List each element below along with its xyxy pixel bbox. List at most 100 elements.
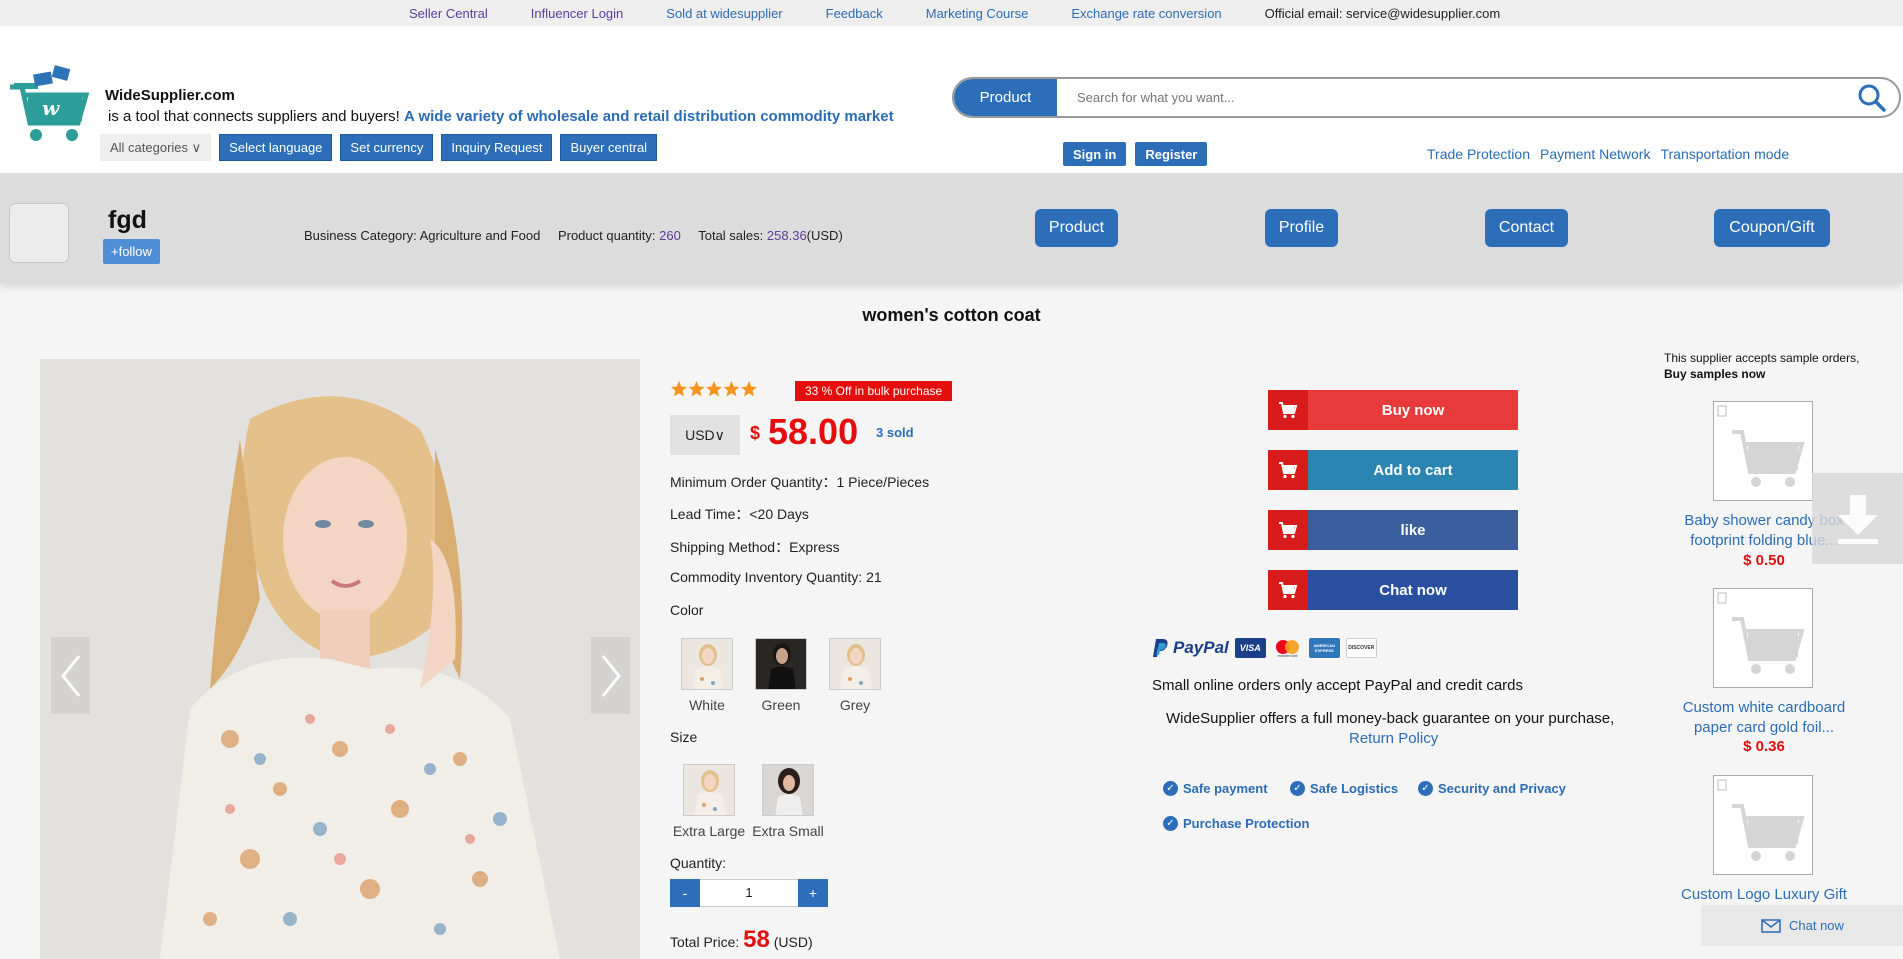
trade-protection-link[interactable]: Trade Protection (1427, 146, 1530, 162)
shop-info: Business Category: Agriculture and Food … (304, 228, 843, 243)
size-swatch-extra-small[interactable] (762, 764, 814, 816)
sold-at-link[interactable]: Sold at widesupplier (666, 6, 782, 21)
sign-in-button[interactable]: Sign in (1063, 142, 1127, 166)
total-price: Total Price: 58 (USD) (670, 926, 813, 954)
product-price: 58.00 (768, 411, 859, 452)
follow-button[interactable]: +follow (103, 239, 160, 264)
tagline-text: is a tool that connects suppliers and bu… (108, 108, 400, 125)
qty-value: 260 (659, 228, 681, 243)
gallery-prev-arrow[interactable] (51, 637, 90, 714)
like-label: like (1308, 510, 1518, 550)
purchase-protection-badge: ✓ Purchase Protection (1163, 816, 1309, 831)
payment-note: Small online orders only accept PayPal a… (1152, 677, 1524, 694)
product-main-image[interactable] (40, 359, 640, 959)
inquiry-request-button[interactable]: Inquiry Request (441, 134, 553, 161)
return-policy-link[interactable]: Return Policy (1349, 730, 1438, 747)
quantity-plus-button[interactable]: + (798, 879, 828, 907)
samples-heading: This supplier accepts sample orders, Buy… (1664, 350, 1864, 382)
like-button[interactable]: like (1268, 510, 1518, 550)
cart-icon (1268, 390, 1308, 430)
sample-product-image[interactable] (1713, 588, 1813, 688)
sales-label: Total sales: (698, 228, 764, 243)
color-label-green: Green (761, 697, 801, 713)
quantity-minus-button[interactable]: - (670, 879, 700, 907)
download-icon[interactable] (1812, 473, 1903, 564)
influencer-login-link[interactable]: Influencer Login (531, 6, 624, 21)
color-swatch-green[interactable] (755, 638, 807, 690)
quantity-input[interactable]: 1 (700, 879, 798, 907)
exchange-rate-link[interactable]: Exchange rate conversion (1071, 6, 1221, 21)
security-privacy-text: Security and Privacy (1438, 781, 1566, 796)
sample-product-image[interactable] (1713, 775, 1813, 875)
cart-icon (1268, 570, 1308, 610)
select-language-button[interactable]: Select language (219, 134, 333, 161)
amex-logo-icon: AMERICAN EXPRESS (1308, 638, 1340, 658)
size-label-extra-small: Extra Small (752, 823, 824, 839)
category-row: All categories ∨ Select language Set cur… (100, 134, 658, 161)
top-links-bar: Seller Central Influencer Login Sold at … (0, 0, 1903, 26)
search-input[interactable] (1057, 79, 1845, 116)
seller-central-link[interactable]: Seller Central (409, 6, 488, 21)
shop-nav-contact[interactable]: Contact (1485, 209, 1568, 247)
safe-payment-text: Safe payment (1183, 781, 1268, 796)
cart-icon (1268, 510, 1308, 550)
quantity-label: Quantity: (670, 855, 727, 871)
search-icon[interactable] (1845, 79, 1899, 116)
color-swatch-grey[interactable] (829, 638, 881, 690)
shop-nav-profile[interactable]: Profile (1265, 209, 1338, 247)
color-swatch-white[interactable] (681, 638, 733, 690)
add-to-cart-button[interactable]: Add to cart (1268, 450, 1518, 490)
marketing-course-link[interactable]: Marketing Course (926, 6, 1029, 21)
feedback-link[interactable]: Feedback (826, 6, 883, 21)
lead-time: Lead Time：<20 Days (670, 506, 809, 522)
tagline: is a tool that connects suppliers and bu… (108, 108, 894, 125)
chat-now-button[interactable]: Chat now (1268, 570, 1518, 610)
tagline-bold: A wide variety of wholesale and retail d… (404, 108, 894, 125)
sample-product-image[interactable] (1713, 401, 1813, 501)
payment-network-link[interactable]: Payment Network (1540, 146, 1650, 162)
color-label-white: White (689, 697, 725, 713)
shop-name[interactable]: fgd (108, 206, 147, 235)
sample-product-name[interactable]: Custom white cardboard paper card gold f… (1674, 698, 1854, 738)
transportation-mode-link[interactable]: Transportation mode (1660, 146, 1789, 162)
sample-product-price: $ 0.36 (1743, 738, 1785, 755)
check-icon: ✓ (1163, 781, 1178, 796)
total-price-unit: (USD) (773, 934, 813, 950)
search-type-tab[interactable]: Product (954, 79, 1057, 116)
size-label: Size (670, 729, 698, 745)
chat-now-widget-label: Chat now (1789, 918, 1844, 933)
cart-logo-icon[interactable]: w (8, 57, 93, 157)
shop-bar: fgd +follow Business Category: Agricultu… (0, 173, 1903, 283)
safe-logistics-text: Safe Logistics (1310, 781, 1399, 796)
shop-avatar[interactable] (9, 203, 69, 263)
all-categories-dropdown[interactable]: All categories ∨ (100, 134, 212, 161)
set-currency-button[interactable]: Set currency (340, 134, 434, 161)
shop-nav-product[interactable]: Product (1035, 209, 1118, 247)
color-label: Color (670, 602, 704, 618)
check-icon: ✓ (1163, 816, 1178, 831)
svg-text:w: w (42, 96, 60, 120)
site-header: w WideSupplier.com is a tool that connec… (0, 26, 1903, 173)
inventory-quantity: Commodity Inventory Quantity: 21 (670, 569, 882, 585)
qty-label: Product quantity: (557, 228, 656, 243)
mail-icon (1761, 918, 1781, 933)
purchase-protection-text: Purchase Protection (1183, 816, 1310, 831)
currency-dropdown[interactable]: USD∨ (670, 415, 740, 455)
visa-logo-icon: VISA (1234, 638, 1266, 658)
register-button[interactable]: Register (1135, 142, 1208, 166)
buy-samples-link[interactable]: Buy samples now (1664, 367, 1765, 381)
shop-nav-coupon[interactable]: Coupon/Gift (1714, 209, 1830, 247)
category-value: Agriculture and Food (419, 228, 541, 243)
check-icon: ✓ (1418, 781, 1433, 796)
search-bar: Product (952, 77, 1901, 118)
buyer-central-button[interactable]: Buyer central (560, 134, 658, 161)
size-swatch-extra-large[interactable] (683, 764, 735, 816)
brand-name[interactable]: WideSupplier.com (105, 87, 235, 104)
category-label: Business Category: (304, 228, 417, 243)
guarantee-text: WideSupplier offers a full money-back gu… (1166, 710, 1615, 727)
quantity-stepper: - 1 + (670, 879, 828, 907)
gallery-next-arrow[interactable] (591, 637, 630, 714)
buy-now-button[interactable]: Buy now (1268, 390, 1518, 430)
mastercard-text: mastercard (1277, 654, 1297, 658)
chat-now-widget[interactable]: Chat now (1701, 905, 1903, 946)
